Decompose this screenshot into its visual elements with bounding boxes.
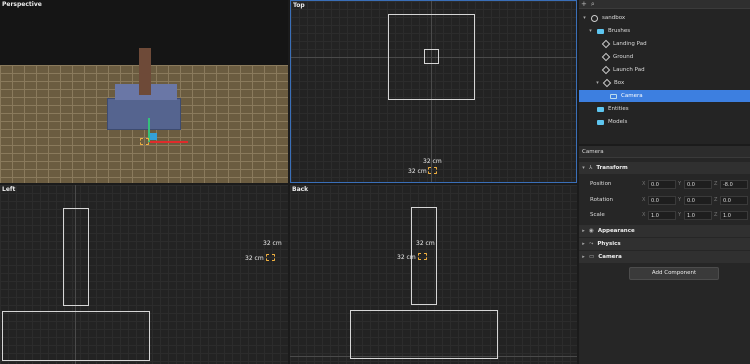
property-label: Rotation — [590, 197, 614, 203]
dimension-label: 32 cm — [397, 254, 416, 261]
transform-icon: ⅄ — [589, 165, 593, 171]
tree-item-entities[interactable]: Entities — [579, 103, 750, 115]
scale-y-field[interactable]: 1.0 — [684, 210, 712, 220]
viewport-title: Perspective — [2, 1, 42, 8]
translate-gizmo-z[interactable] — [150, 133, 157, 140]
dimension-label: 32 cm — [408, 168, 427, 175]
camera-gizmo-icon[interactable] — [266, 254, 275, 261]
camera-gizmo-icon[interactable] — [428, 167, 437, 174]
expand-arrow-icon: ▾ — [582, 165, 585, 171]
section-title: Physics — [597, 241, 621, 247]
section-title: Appearance — [597, 228, 635, 234]
scale-x-field[interactable]: 1.0 — [648, 210, 676, 220]
physics-section-header[interactable]: ▸ ⤳ Physics — [579, 238, 750, 250]
tree-item-label: Landing Pad — [613, 41, 647, 47]
physics-icon: ⤳ — [589, 240, 594, 247]
position-row: Position X 0.0 Y 0.0 Z -8.0 — [579, 177, 750, 191]
transform-section-header[interactable]: ▾ ⅄ Transform — [579, 162, 750, 174]
scene-toolbar: + ⌕ — [579, 0, 750, 9]
camera-section-header[interactable]: ▸ ▭ Camera — [579, 251, 750, 263]
perspective-viewport[interactable]: Perspective — [0, 0, 288, 183]
camera-icon — [610, 93, 617, 99]
scale-z-field[interactable]: 1.0 — [720, 210, 748, 220]
scene-tree: ▾ sandbox ▾ Brushes Landing Pad Ground L… — [579, 9, 750, 145]
appearance-section-header[interactable]: ▸ ◉ Appearance — [579, 225, 750, 237]
launch-pad-pillar — [139, 48, 151, 95]
dimension-label: 32 cm — [263, 240, 282, 247]
viewport-title: Top — [293, 2, 305, 9]
collapse-arrow-icon: ▸ — [582, 241, 585, 247]
tree-item-label: Ground — [613, 54, 634, 60]
back-viewport[interactable]: 32 cm 32 cm Back — [290, 185, 577, 364]
property-label: Position — [590, 181, 612, 187]
tree-item-sandbox[interactable]: ▾ sandbox — [579, 12, 750, 24]
expand-arrow-icon[interactable]: ▾ — [582, 15, 587, 21]
section-title: Transform — [596, 165, 628, 171]
rotation-x-field[interactable]: 0.0 — [648, 195, 676, 205]
scale-row: Scale X 1.0 Y 1.0 Z 1.0 — [579, 208, 750, 222]
expand-arrow-icon[interactable]: ▾ — [588, 28, 593, 34]
tree-item-camera[interactable]: Camera — [579, 90, 750, 102]
selected-entity-name[interactable]: Camera — [579, 146, 750, 158]
rotation-z-field[interactable]: 0.0 — [720, 195, 748, 205]
tree-item-label: Entities — [608, 106, 629, 112]
camera-icon: ▭ — [589, 254, 595, 260]
cube-icon — [601, 39, 611, 49]
folder-icon — [597, 119, 604, 125]
eye-icon: ◉ — [589, 228, 594, 234]
tree-item-label: Launch Pad — [613, 67, 645, 73]
launch-pad-outline — [424, 49, 439, 64]
camera-gizmo-icon[interactable] — [140, 138, 149, 145]
position-z-field[interactable]: -8.0 — [720, 179, 748, 189]
position-y-field[interactable]: 0.0 — [684, 179, 712, 189]
ground-outline — [350, 310, 498, 359]
tree-item-label: Camera — [621, 93, 643, 99]
cube-icon — [602, 78, 612, 88]
folder-icon — [597, 106, 604, 112]
property-label: Scale — [590, 212, 605, 218]
tree-item-label: Box — [614, 80, 625, 86]
add-icon[interactable]: + — [581, 0, 587, 9]
collapse-arrow-icon: ▸ — [582, 254, 585, 260]
tree-item-ground[interactable]: Ground — [579, 51, 750, 63]
tree-item-brushes[interactable]: ▾ Brushes — [579, 25, 750, 37]
collapse-arrow-icon: ▸ — [582, 228, 585, 234]
translate-gizmo-x[interactable] — [150, 141, 188, 143]
tree-item-models[interactable]: Models — [579, 116, 750, 128]
launch-pad-outline — [63, 208, 89, 306]
expand-arrow-icon[interactable]: ▾ — [595, 80, 600, 86]
rotation-row: Rotation X 0.0 Y 0.0 Z 0.0 — [579, 193, 750, 207]
tree-item-label: Models — [608, 119, 628, 125]
top-viewport[interactable]: 32 cm 32 cm Top — [290, 0, 577, 183]
tree-item-label: sandbox — [602, 15, 626, 21]
left-viewport[interactable]: 32 cm 32 cm Left — [0, 185, 288, 364]
viewport-title: Back — [292, 186, 309, 193]
dimension-label: 32 cm — [416, 240, 435, 247]
cube-icon — [601, 65, 611, 75]
tree-item-landing-pad[interactable]: Landing Pad — [579, 38, 750, 50]
inspector-panel: + ⌕ ▾ sandbox ▾ Brushes Landing Pad Grou… — [579, 0, 750, 364]
add-component-button[interactable]: Add Component — [629, 267, 719, 280]
landing-pad-mesh — [107, 98, 181, 130]
cube-icon — [601, 52, 611, 62]
tree-item-label: Brushes — [608, 28, 631, 34]
search-icon[interactable]: ⌕ — [591, 0, 595, 9]
tree-item-box[interactable]: ▾ Box — [579, 77, 750, 89]
viewport-title: Left — [2, 186, 16, 193]
section-title: Camera — [598, 254, 622, 260]
dimension-label: 32 cm — [245, 255, 264, 262]
tree-item-launch-pad[interactable]: Launch Pad — [579, 64, 750, 76]
scene-icon — [591, 14, 598, 22]
dimension-label: 32 cm — [423, 158, 442, 165]
rotation-y-field[interactable]: 0.0 — [684, 195, 712, 205]
camera-gizmo-icon[interactable] — [418, 253, 427, 260]
folder-icon — [597, 28, 604, 34]
position-x-field[interactable]: 0.0 — [648, 179, 676, 189]
ground-outline — [2, 311, 150, 361]
